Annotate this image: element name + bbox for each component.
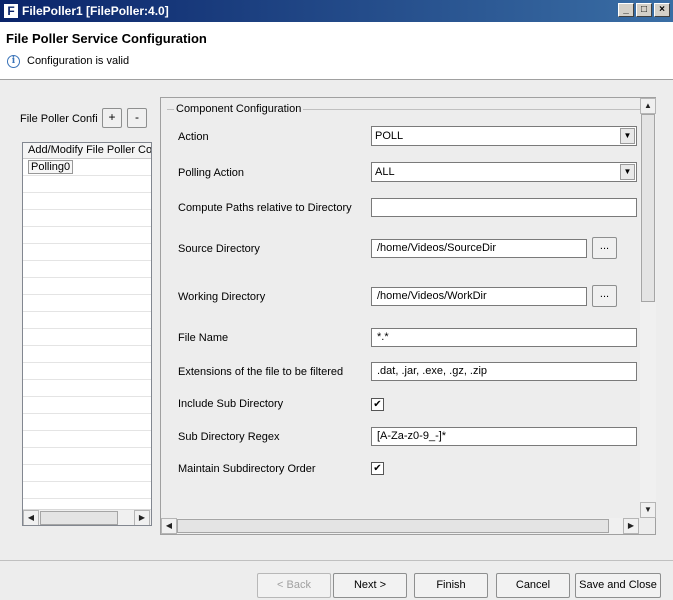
maintain-subdirectory-order-label: Maintain Subdirectory Order <box>178 463 316 475</box>
action-select[interactable]: POLL ▼ <box>371 126 637 146</box>
config-vertical-scrollbar[interactable]: ▲ ▼ <box>640 98 656 518</box>
validation-status: Configuration is valid <box>27 55 130 67</box>
window-title: FilePoller1 [FilePoller:4.0] <box>22 4 169 18</box>
file-poller-config-label: File Poller Confi <box>20 113 98 125</box>
config-list: Add/Modify File Poller Cor Polling0 ◀ ▶ <box>22 142 152 526</box>
sub-directory-regex-label: Sub Directory Regex <box>178 431 280 443</box>
minimize-button[interactable]: _ <box>618 3 634 17</box>
page-header: File Poller Service Configuration i Conf… <box>0 22 673 80</box>
scroll-right-icon[interactable]: ▶ <box>134 510 150 525</box>
extensions-input[interactable]: .dat, .jar, .exe, .gz, .zip <box>371 362 637 381</box>
scroll-up-icon[interactable]: ▲ <box>640 98 656 114</box>
compute-paths-label: Compute Paths relative to Directory <box>178 202 352 214</box>
list-item <box>23 261 151 278</box>
sub-directory-regex-input[interactable]: [A-Za-z0-9_-]* <box>371 427 637 446</box>
source-directory-input[interactable]: /home/Videos/SourceDir <box>371 239 587 258</box>
footer-divider <box>0 560 673 561</box>
config-horizontal-scrollbar[interactable]: ◀ ▶ <box>161 518 639 534</box>
list-item <box>23 465 151 482</box>
polling-action-select[interactable]: ALL ▼ <box>371 162 637 182</box>
back-button[interactable]: < Back <box>257 573 331 598</box>
working-directory-label: Working Directory <box>178 291 266 303</box>
list-item <box>23 244 151 261</box>
info-icon: i <box>7 55 20 68</box>
chevron-down-icon[interactable]: ▼ <box>620 164 635 180</box>
list-item[interactable]: Polling0 <box>23 159 151 176</box>
source-directory-label: Source Directory <box>178 243 260 255</box>
chevron-down-icon[interactable]: ▼ <box>620 128 635 144</box>
app-icon: F <box>3 3 19 19</box>
list-item <box>23 363 151 380</box>
list-item <box>23 448 151 465</box>
extensions-label: Extensions of the file to be filtered <box>178 366 344 378</box>
list-item <box>23 295 151 312</box>
scroll-down-icon[interactable]: ▼ <box>640 502 656 518</box>
list-item <box>23 193 151 210</box>
checkmark-icon: ✔ <box>373 463 382 474</box>
action-label: Action <box>178 131 209 143</box>
list-item <box>23 176 151 193</box>
list-item <box>23 380 151 397</box>
component-config-title: Component Configuration <box>174 103 304 115</box>
page-title: File Poller Service Configuration <box>6 31 207 46</box>
source-directory-browse-button[interactable]: ... <box>592 237 617 259</box>
polling-action-label: Polling Action <box>178 167 245 179</box>
list-item <box>23 329 151 346</box>
include-sub-directory-checkbox[interactable]: ✔ <box>371 398 384 411</box>
scroll-left-icon[interactable]: ◀ <box>161 518 177 534</box>
scroll-thumb[interactable] <box>641 114 655 302</box>
config-list-horizontal-scrollbar[interactable]: ◀ ▶ <box>23 509 151 525</box>
file-name-input[interactable]: *.* <box>371 328 637 347</box>
list-item <box>23 227 151 244</box>
finish-button[interactable]: Finish <box>414 573 488 598</box>
checkmark-icon: ✔ <box>373 399 382 410</box>
config-list-column-header[interactable]: Add/Modify File Poller Cor <box>23 143 151 159</box>
list-item <box>23 312 151 329</box>
compute-paths-input[interactable] <box>371 198 637 217</box>
list-item <box>23 431 151 448</box>
working-directory-browse-button[interactable]: ... <box>592 285 617 307</box>
list-item <box>23 482 151 499</box>
scroll-thumb[interactable] <box>177 519 609 533</box>
add-config-button[interactable]: + <box>102 108 122 128</box>
list-item <box>23 278 151 295</box>
working-directory-input[interactable]: /home/Videos/WorkDir <box>371 287 587 306</box>
include-sub-directory-label: Include Sub Directory <box>178 398 284 410</box>
maximize-button[interactable]: □ <box>636 3 652 17</box>
remove-config-button[interactable]: - <box>127 108 147 128</box>
polling-action-value: ALL <box>375 166 395 178</box>
close-button[interactable]: × <box>654 3 670 17</box>
scroll-thumb[interactable] <box>40 511 118 525</box>
window-title-bar: F FilePoller1 [FilePoller:4.0] _ □ × <box>0 0 673 22</box>
maintain-subdirectory-order-checkbox[interactable]: ✔ <box>371 462 384 475</box>
list-item-label: Polling0 <box>28 160 74 174</box>
next-button[interactable]: Next > <box>333 573 407 598</box>
scroll-right-icon[interactable]: ▶ <box>623 518 639 534</box>
action-value: POLL <box>375 130 404 142</box>
list-item <box>23 210 151 227</box>
save-and-close-button[interactable]: Save and Close <box>575 573 661 598</box>
list-item <box>23 397 151 414</box>
file-name-label: File Name <box>178 332 229 344</box>
list-item <box>23 346 151 363</box>
scroll-left-icon[interactable]: ◀ <box>23 510 39 525</box>
cancel-button[interactable]: Cancel <box>496 573 570 598</box>
list-item <box>23 414 151 431</box>
